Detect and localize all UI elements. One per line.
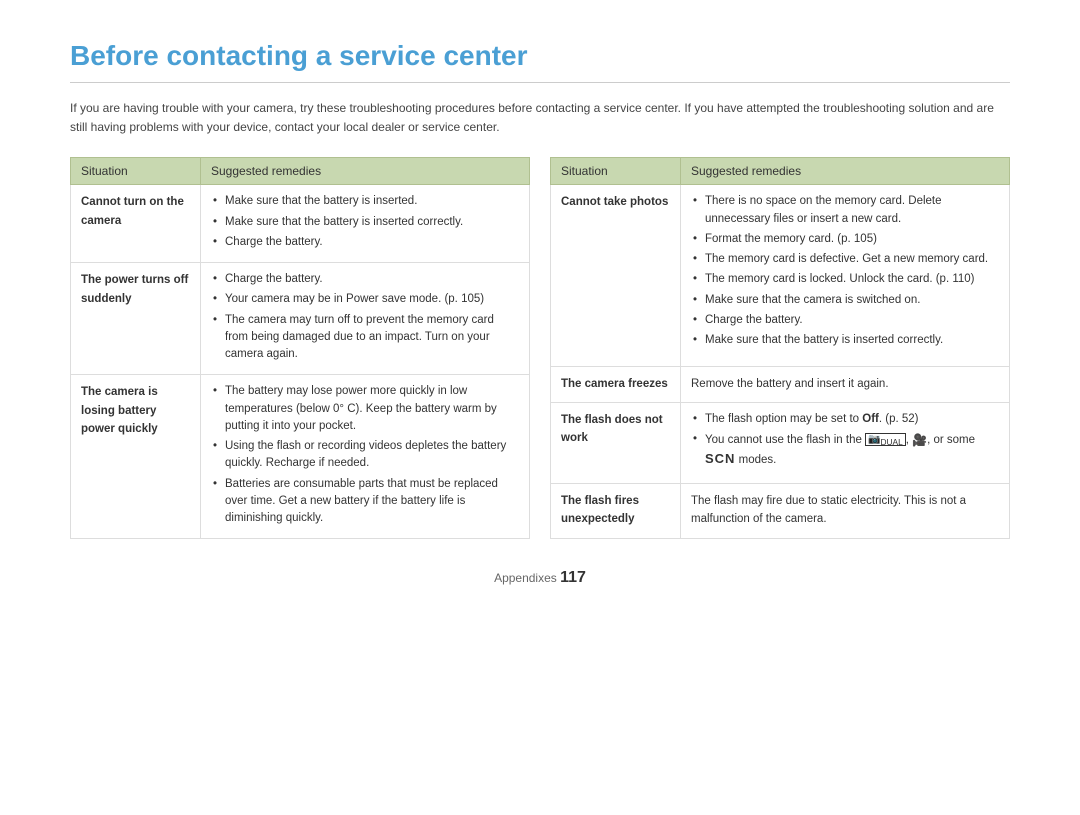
list-item: Make sure that the battery is inserted c… bbox=[211, 214, 519, 231]
list-item: The memory card is defective. Get a new … bbox=[691, 251, 999, 268]
table-row: The flash does not work The flash option… bbox=[551, 402, 1010, 483]
list-item: Batteries are consumable parts that must… bbox=[211, 476, 519, 528]
table-row: The power turns off suddenly Charge the … bbox=[71, 263, 530, 375]
remedies-cell: The flash option may be set to Off. (p. … bbox=[681, 402, 1010, 483]
situation-cell: The flash fires unexpectedly bbox=[551, 484, 681, 539]
right-table: Situation Suggested remedies Cannot take… bbox=[550, 157, 1010, 539]
tables-container: Situation Suggested remedies Cannot turn… bbox=[70, 157, 1010, 539]
situation-cell: The camera is losing battery power quick… bbox=[71, 375, 201, 539]
left-col1-header: Situation bbox=[71, 158, 201, 185]
situation-cell: Cannot take photos bbox=[551, 185, 681, 366]
table-row: The camera is losing battery power quick… bbox=[71, 375, 530, 539]
list-item: Charge the battery. bbox=[211, 234, 519, 251]
list-item: There is no space on the memory card. De… bbox=[691, 193, 999, 228]
page-number: 117 bbox=[560, 569, 586, 586]
situation-cell: The power turns off suddenly bbox=[71, 263, 201, 375]
list-item: The battery may lose power more quickly … bbox=[211, 383, 519, 435]
right-col1-header: Situation bbox=[551, 158, 681, 185]
list-item: Make sure that the battery is inserted. bbox=[211, 193, 519, 210]
bold-off: Off bbox=[862, 413, 879, 425]
list-item: The flash option may be set to Off. (p. … bbox=[691, 411, 999, 428]
list-item: Make sure that the camera is switched on… bbox=[691, 292, 999, 309]
remedies-cell: The flash may fire due to static electri… bbox=[681, 484, 1010, 539]
table-row: Cannot turn on the camera Make sure that… bbox=[71, 185, 530, 263]
table-row: The flash fires unexpectedly The flash m… bbox=[551, 484, 1010, 539]
situation-cell: The camera freezes bbox=[551, 366, 681, 402]
footer-label: Appendixes bbox=[494, 571, 557, 585]
list-item: Using the flash or recording videos depl… bbox=[211, 438, 519, 473]
list-item: The camera may turn off to prevent the m… bbox=[211, 312, 519, 364]
remedies-cell: Make sure that the battery is inserted. … bbox=[201, 185, 530, 263]
page-title: Before contacting a service center bbox=[70, 40, 1010, 83]
remedies-cell: Remove the battery and insert it again. bbox=[681, 366, 1010, 402]
intro-text: If you are having trouble with your came… bbox=[70, 99, 1010, 137]
left-col2-header: Suggested remedies bbox=[201, 158, 530, 185]
scn-text: SCN bbox=[705, 451, 735, 466]
remedies-cell: There is no space on the memory card. De… bbox=[681, 185, 1010, 366]
list-item: Charge the battery. bbox=[211, 271, 519, 288]
list-item: The memory card is locked. Unlock the ca… bbox=[691, 271, 999, 288]
list-item: Make sure that the battery is inserted c… bbox=[691, 332, 999, 349]
list-item: Your camera may be in Power save mode. (… bbox=[211, 291, 519, 308]
footer: Appendixes 117 bbox=[70, 569, 1010, 587]
right-col2-header: Suggested remedies bbox=[681, 158, 1010, 185]
situation-cell: The flash does not work bbox=[551, 402, 681, 483]
video-icon: 🎥 bbox=[912, 433, 927, 447]
remedies-cell: The battery may lose power more quickly … bbox=[201, 375, 530, 539]
table-row: The camera freezes Remove the battery an… bbox=[551, 366, 1010, 402]
list-item: Format the memory card. (p. 105) bbox=[691, 231, 999, 248]
list-item: You cannot use the flash in the 📷DUAL, 🎥… bbox=[691, 431, 999, 470]
situation-cell: Cannot turn on the camera bbox=[71, 185, 201, 263]
left-table: Situation Suggested remedies Cannot turn… bbox=[70, 157, 530, 539]
table-row: Cannot take photos There is no space on … bbox=[551, 185, 1010, 366]
remedies-cell: Charge the battery. Your camera may be i… bbox=[201, 263, 530, 375]
list-item: Charge the battery. bbox=[691, 312, 999, 329]
dual-icon: 📷DUAL bbox=[865, 433, 906, 446]
